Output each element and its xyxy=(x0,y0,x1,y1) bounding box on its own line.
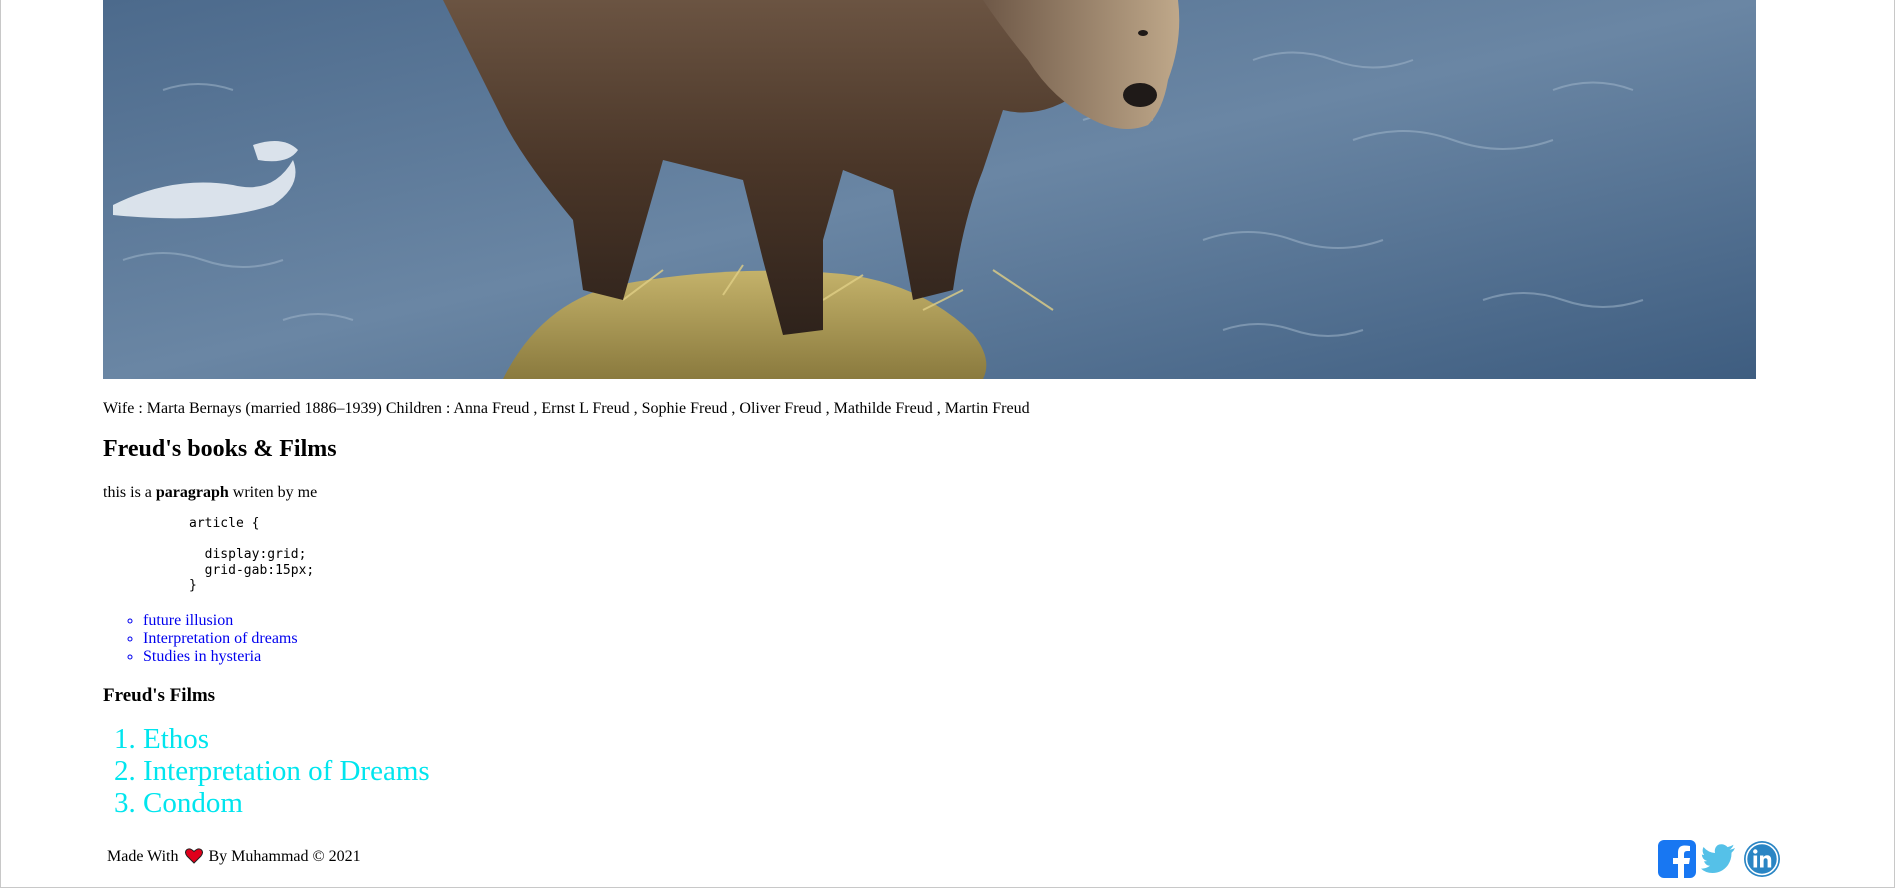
twitter-icon[interactable] xyxy=(1700,840,1740,880)
intro-paragraph: this is a paragraph writen by me xyxy=(103,483,1803,503)
books-list: future illusion Interpretation of dreams… xyxy=(103,612,1803,666)
films-list: Ethos Interpretation of Dreams Condom xyxy=(103,723,1803,819)
made-with-label: Made With xyxy=(107,848,179,865)
bear-in-river-photo xyxy=(103,0,1756,379)
facebook-icon[interactable] xyxy=(1658,840,1698,880)
footer-credit: Made With By Muhammad © 2021 xyxy=(107,847,361,870)
author-label: By Muhammad © 2021 xyxy=(208,848,361,865)
footer: Made With By Muhammad © 2021 xyxy=(103,840,1803,880)
para-after: writen by me xyxy=(228,484,318,501)
family-info: Wife : Marta Bernays (married 1886–1939)… xyxy=(103,400,1030,417)
film-item-interpretation-of-dreams: Interpretation of Dreams xyxy=(143,755,1803,787)
list-item: Studies in hysteria xyxy=(143,648,1803,666)
para-bold: paragraph xyxy=(155,484,229,501)
main-content: Wife : Marta Bernays (married 1886–1939)… xyxy=(103,389,1803,819)
book-link-future-illusion[interactable]: future illusion xyxy=(143,612,233,629)
para-before: this is a xyxy=(103,484,156,501)
linkedin-icon[interactable] xyxy=(1743,840,1783,880)
films-heading: Freud's Films xyxy=(103,684,216,706)
list-item: Interpretation of dreams xyxy=(143,630,1803,648)
books-heading: Freud's books & Films xyxy=(103,436,337,462)
film-item-ethos: Ethos xyxy=(143,723,1803,755)
book-link-interpretation-of-dreams[interactable]: Interpretation of dreams xyxy=(143,630,298,647)
film-item-condom: Condom xyxy=(143,787,1803,819)
heart-icon xyxy=(184,848,203,870)
list-item: future illusion xyxy=(143,612,1803,630)
book-link-studies-in-hysteria[interactable]: Studies in hysteria xyxy=(143,648,261,665)
code-block: article { display:grid; grid-gab:15px; } xyxy=(189,516,315,593)
hero-image xyxy=(103,0,1756,379)
